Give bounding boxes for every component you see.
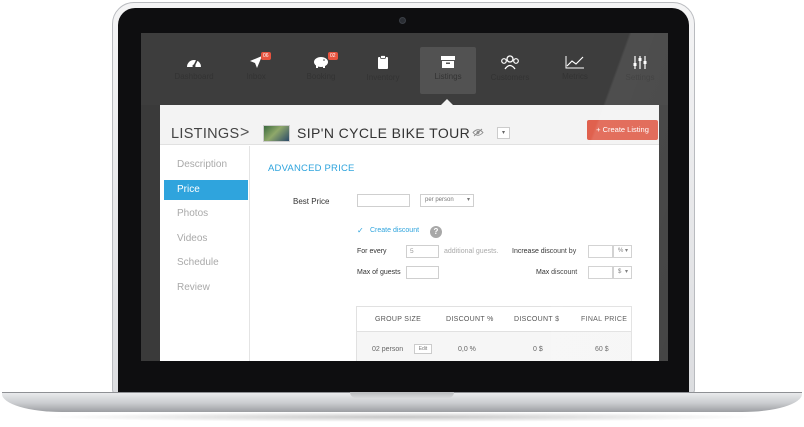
price-unit-select[interactable]: per person ▾ [420,194,474,207]
for-every-input[interactable]: 5 [406,245,439,258]
group-size-cell: 02 person [372,346,404,353]
nav-customers[interactable]: Customers [482,47,538,95]
max-discount-input[interactable] [588,266,613,279]
table-header: FINAL PRICE [581,316,628,323]
section-title: ADVANCED PRICE [268,163,355,174]
create-discount-checkbox-label[interactable]: Create discount [370,227,419,234]
create-listing-button[interactable]: + Create Listing [587,120,658,140]
camera-icon [399,17,406,24]
page-title: SIP'N CYCLE BIKE TOUR [297,125,471,141]
sidebar-item-description[interactable]: Description [164,155,248,175]
max-guests-label: Max of guests [357,269,401,276]
help-icon[interactable]: ? [430,226,442,238]
line-chart-icon [565,56,584,69]
breadcrumb[interactable]: LISTINGS [171,126,239,142]
discount-table: GROUP SIZE DISCOUNT % DISCOUNT $ FINAL P… [356,306,632,361]
chevron-down-icon: ▾ [466,197,470,203]
price-unit-value: per person [425,197,454,203]
listing-sidebar: Description Price Photos Videos Schedule… [160,146,250,361]
sidebar-item-photos[interactable]: Photos [164,204,248,224]
discount-usd-cell: 0 $ [533,346,543,353]
listing-header: LISTINGS > SIP'N CYCLE BIKE TOUR ▾ + Cre… [160,105,659,145]
nav-label: Booking [306,72,336,81]
nav-label: Inventory [366,73,400,82]
nav-booking[interactable]: 02 Booking [293,47,349,95]
sliders-icon [633,56,647,69]
booking-badge: 02 [328,52,338,60]
table-header: DISCOUNT $ [514,316,560,323]
nav-settings[interactable]: Settings [612,47,668,95]
laptop-screen: Dashboard 06 Inbox 02 Booking Inventory … [141,33,668,361]
table-header: DISCOUNT % [446,316,494,323]
table-header: GROUP SIZE [375,316,422,323]
visibility-off-icon[interactable] [472,128,484,137]
max-discount-label: Max discount [536,269,578,276]
price-form: ADVANCED PRICE Best Price per person ▾ ✓… [251,146,659,361]
nav-inbox[interactable]: 06 Inbox [228,47,284,95]
sidebar-item-review[interactable]: Review [164,278,248,298]
tour-thumbnail [263,125,290,142]
max-discount-unit-value: $ [618,269,622,275]
best-price-input[interactable] [357,194,410,207]
increase-unit-select[interactable]: % ▾ [613,245,632,258]
nav-inventory[interactable]: Inventory [355,47,411,95]
nav-metrics[interactable]: Metrics [547,47,603,95]
top-nav: Dashboard 06 Inbox 02 Booking Inventory … [141,33,668,105]
for-every-label: For every [357,248,387,255]
sidebar-item-schedule[interactable]: Schedule [164,253,248,273]
chevron-down-icon: ▾ [624,269,628,275]
nav-listings[interactable]: Listings [420,47,476,94]
checkmark-icon[interactable]: ✓ [357,227,365,235]
laptop-notch [350,392,454,398]
table-row: 02 person Edit 0,0 % 0 $ 60 $ [357,331,631,361]
clipboard-icon [378,55,388,69]
sidebar-item-videos[interactable]: Videos [164,229,248,249]
max-discount-unit-select[interactable]: $ ▾ [613,266,632,279]
listing-panel: LISTINGS > SIP'N CYCLE BIKE TOUR ▾ + Cre… [160,105,659,361]
increase-discount-label: Increase discount by [512,248,577,255]
gauge-icon [187,59,201,68]
sidebar-item-price[interactable]: Price [164,180,248,200]
nav-dashboard[interactable]: Dashboard [166,47,222,95]
max-guests-input[interactable] [406,266,439,279]
laptop-shadow [40,412,764,422]
chevron-down-icon: ▾ [624,248,628,254]
listing-options-dropdown[interactable]: ▾ [497,127,510,139]
nav-label: Metrics [562,72,588,81]
nav-label: Dashboard [174,72,214,81]
nav-label: Settings [625,73,655,82]
inbox-badge: 06 [261,52,271,60]
nav-label: Listings [434,72,462,81]
nav-label: Customers [490,73,530,82]
archive-box-icon [441,56,455,68]
nav-label: Inbox [246,72,266,81]
increase-unit-value: % [618,248,624,254]
discount-pct-cell: 0,0 % [458,346,476,353]
people-icon [501,55,519,70]
final-price-cell: 60 $ [595,346,609,353]
best-price-label: Best Price [293,197,330,206]
additional-guests-label: additional guests. [444,248,499,255]
breadcrumb-separator: > [240,124,250,141]
increase-discount-input[interactable] [588,245,613,258]
edit-button[interactable]: Edit [414,344,432,354]
